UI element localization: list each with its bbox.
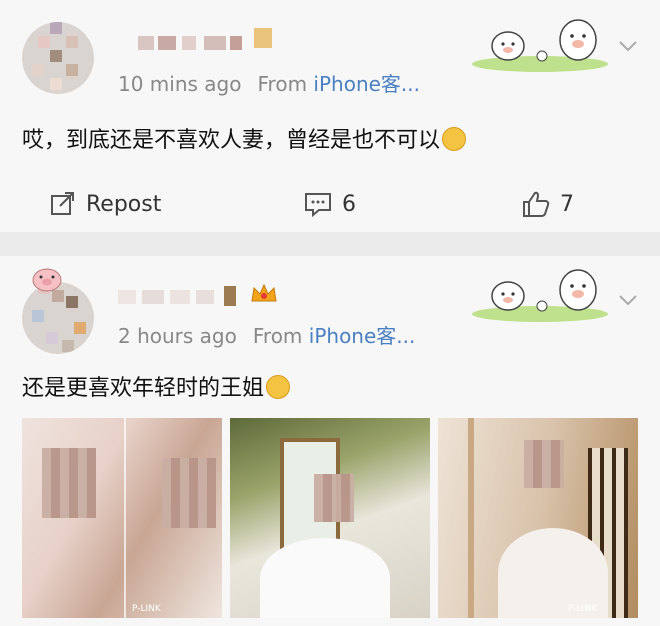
chevron-down-icon[interactable]	[616, 288, 640, 312]
photo-watermark: P-LINK	[132, 604, 161, 614]
post-text: 还是更喜欢年轻时的王姐	[22, 376, 265, 401]
chevron-down-icon[interactable]	[616, 34, 640, 58]
thumbs-up-icon	[523, 191, 550, 217]
pig-sticker-icon	[472, 19, 608, 72]
post-content: 还是更喜欢年轻时的王姐	[22, 370, 291, 402]
avatar[interactable]	[22, 282, 94, 354]
like-count: 7	[560, 191, 574, 217]
post-photo-3[interactable]: P-LINK	[438, 418, 638, 618]
shocked-emoji-icon	[442, 127, 467, 151]
post-time: 2 hours ago	[118, 324, 237, 348]
source-app-link[interactable]: iPhone客...	[313, 72, 420, 96]
blurred-face	[314, 474, 354, 522]
repost-icon	[51, 192, 74, 215]
pig-sticker-icon	[472, 269, 608, 322]
source-prefix: From	[257, 72, 308, 96]
like-button[interactable]: 7	[522, 182, 574, 226]
comment-button[interactable]: 6	[304, 182, 356, 226]
post-meta: 10 mins ago From iPhone客...	[118, 68, 420, 97]
blurred-face	[162, 458, 216, 528]
wink-emoji-icon	[266, 375, 291, 399]
post-photo-1[interactable]: P-LINK	[22, 418, 222, 618]
blurred-face	[42, 448, 96, 518]
comment-count: 6	[342, 191, 356, 217]
repost-button[interactable]: Repost	[50, 182, 161, 226]
pig-badge-icon	[32, 268, 62, 292]
photo-watermark: P-LINK	[568, 604, 597, 614]
source-app-link[interactable]: iPhone客...	[309, 324, 416, 348]
source-prefix: From	[252, 324, 303, 348]
comment-icon	[305, 193, 331, 217]
post-actions: Repost 6 7	[0, 182, 660, 226]
post-text: 哎，到底还是不喜欢人妻，曾经是也不可以	[22, 128, 441, 153]
post-photo-2[interactable]	[230, 418, 430, 618]
crown-vip-icon	[251, 283, 277, 302]
post-meta: 2 hours ago From iPhone客...	[118, 320, 415, 349]
repost-label: Repost	[86, 191, 162, 217]
blurred-face	[524, 440, 564, 488]
avatar[interactable]	[22, 22, 94, 94]
post-content: 哎，到底还是不喜欢人妻，曾经是也不可以	[22, 122, 467, 154]
weibo-post-1: 10 mins ago From iPhone客... 哎，到底还是不喜欢人妻，曾…	[0, 0, 660, 232]
post-time: 10 mins ago	[118, 72, 242, 96]
